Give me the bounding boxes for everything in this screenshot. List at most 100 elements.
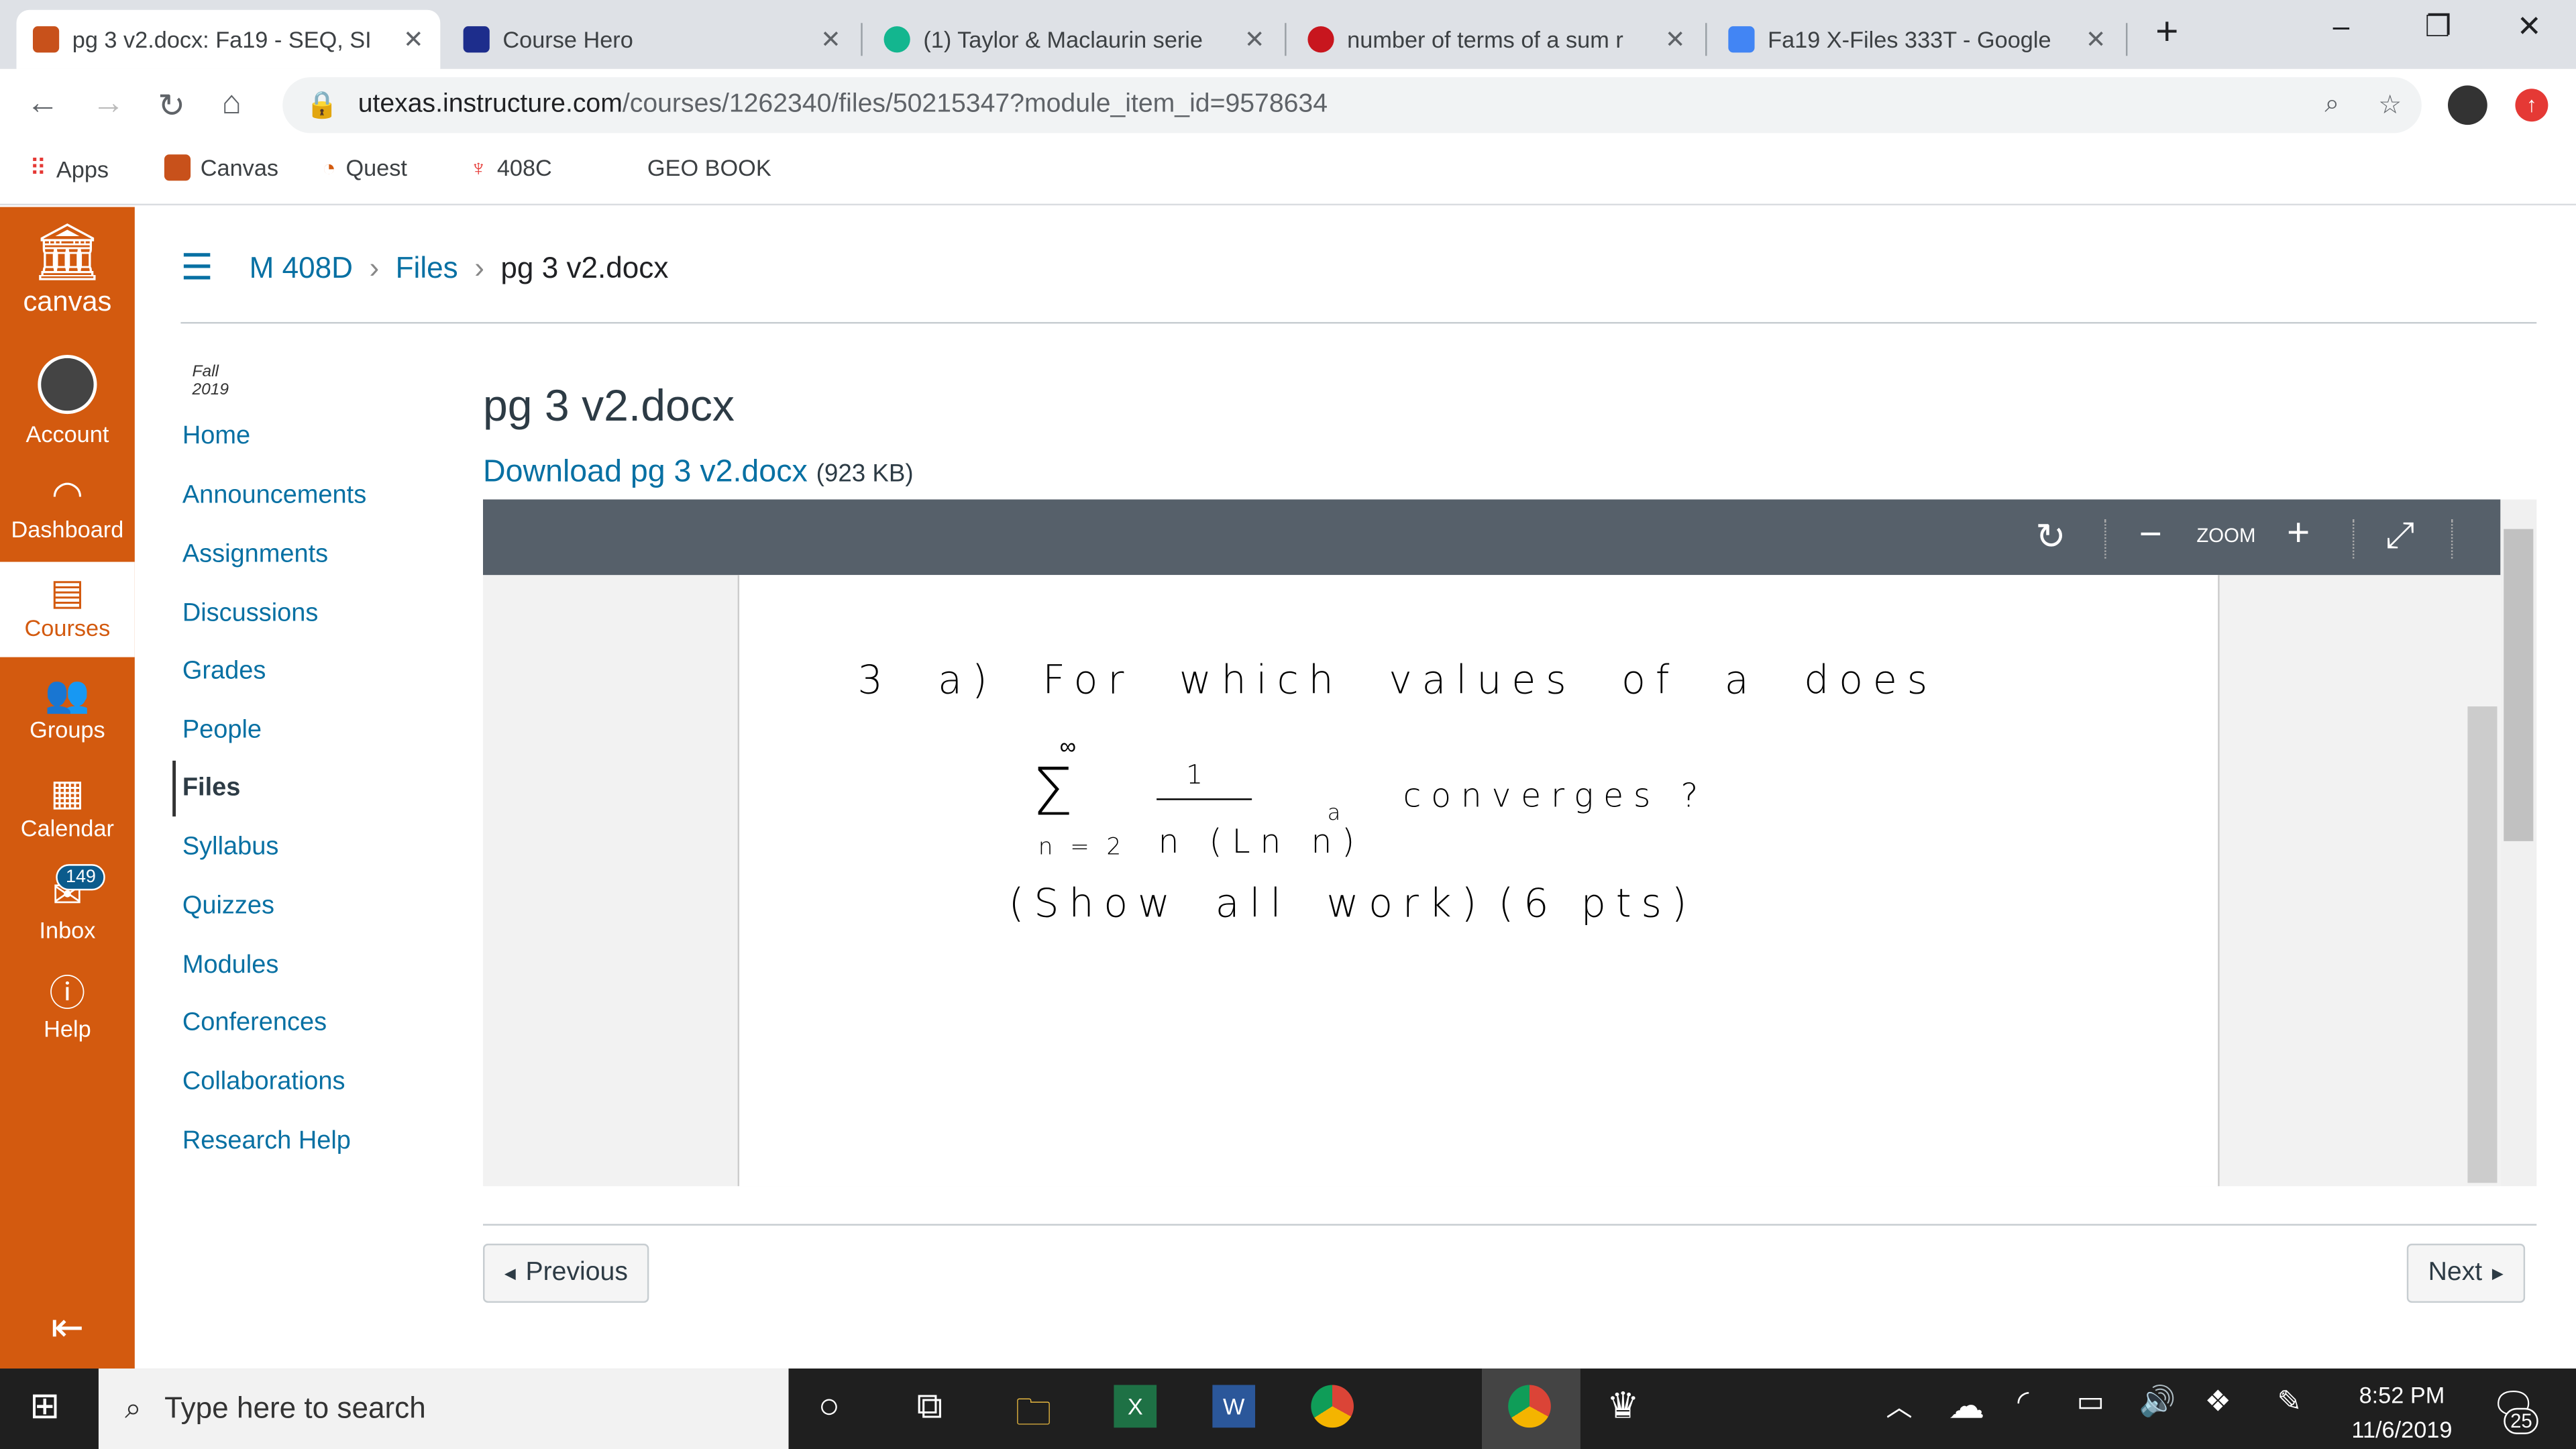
course-nav-grades[interactable]: Grades [182,657,266,687]
bookmark-canvas[interactable]: Canvas [164,154,278,181]
close-tab-icon[interactable]: ✕ [820,25,841,54]
fullscreen-icon[interactable]: ⤢ [2385,515,2414,557]
course-nav-people[interactable]: People [182,716,262,746]
course-nav-quizzes[interactable]: Quizzes [182,892,274,922]
zoom-out-button[interactable]: − [2139,513,2162,559]
tab-title: (1) Taylor & Maclaurin serie [923,26,1203,53]
course-nav-home[interactable]: Home [182,422,250,451]
minimize-button[interactable]: – [2333,10,2350,44]
nav-help[interactable]: ⓘ Help [0,973,135,1042]
dropbox-icon[interactable]: ❖ [2205,1385,2232,1419]
course-nav-assignments[interactable]: Assignments [182,541,328,570]
close-tab-icon[interactable]: ✕ [1244,25,1265,54]
nav-courses[interactable]: ▤ Courses [0,561,135,657]
viewer-scrollbar[interactable] [2500,499,2537,1187]
canvas-icon [164,154,191,181]
taskbar-search[interactable]: ⌕ Type here to search [98,1368,789,1449]
course-nav-files[interactable]: Files [182,773,241,803]
hamburger-menu-icon[interactable]: ☰ [180,246,213,289]
global-navigation: 🏛 canvas Account ◠ Dashboard ▤ Courses 👥 Gro… [0,207,135,1369]
course-nav-syllabus[interactable]: Syllabus [182,833,278,863]
tab-strip: pg 3 v2.docx: Fa19 - SEQ, SI ✕ Course Her… [0,0,2576,69]
download-link[interactable]: Download pg 3 v2.docx [483,455,808,489]
pen-icon[interactable]: ✎ [2277,1385,2302,1419]
chrome-icon[interactable] [1311,1385,1354,1428]
canvas-favicon-icon [32,26,60,53]
canvas-logo[interactable]: 🏛 canvas [0,220,135,319]
tab-number-of-terms[interactable]: number of terms of a sum r ✕ [1291,10,1702,69]
course-nav-conferences[interactable]: Conferences [182,1009,327,1038]
close-window-button[interactable]: ✕ [2517,10,2542,44]
bookmark-408c[interactable]: ♆ 408C [470,154,551,180]
address-bar[interactable]: 🔒 utexas.instructure.com/courses/1262340… [282,77,2422,133]
reload-icon[interactable]: ↻ [158,85,185,126]
course-nav-collaborations[interactable]: Collaborations [182,1068,345,1097]
onedrive-icon[interactable]: ☁ [1949,1385,1985,1428]
breadcrumb-files[interactable]: Files [396,250,458,284]
lock-icon: 🔒 [305,92,339,120]
cortana-icon[interactable]: ○ [818,1385,841,1428]
tab-title: pg 3 v2.docx: Fa19 - SEQ, SI [72,26,372,53]
trophy-icon: ♆ [470,154,488,181]
inbox-unread-badge: 149 [56,864,106,891]
restore-button[interactable]: ❐ [2425,10,2452,44]
wifi-icon[interactable]: ◜ [2017,1385,2029,1419]
tab-google-docs[interactable]: Fa19 X-Files 333T - Google ✕ [1712,10,2123,69]
show-hidden-icons[interactable]: ︿ [1886,1385,1912,1425]
denominator: n (Ln n) [1158,821,1364,861]
back-icon[interactable]: ← [26,85,59,123]
close-tab-icon[interactable]: ✕ [1665,25,1686,54]
profile-avatar[interactable] [2448,85,2487,125]
tab-taylor[interactable]: (1) Taylor & Maclaurin serie ✕ [867,10,1281,69]
bookmark-quest[interactable]: ◔ Quest [322,154,407,180]
task-view-icon[interactable]: ⧉ [917,1385,943,1428]
rotate-icon[interactable]: ↻ [2035,516,2065,559]
dashboard-icon: ◠ [51,473,83,515]
nav-account[interactable]: Account [0,354,135,447]
app-icon[interactable]: ♛ [1607,1385,1639,1428]
close-tab-icon[interactable]: ✕ [403,25,424,54]
zoom-in-button[interactable]: + [2287,511,2310,557]
bookmark-geo-book[interactable]: GEO BOOK [647,154,771,180]
windows-start-icon[interactable]: ⊞ [30,1385,60,1428]
exponent: a [1327,802,1351,826]
home-icon[interactable]: ⌂ [222,85,242,123]
volume-icon[interactable]: 🔊 [2139,1385,2176,1419]
forward-icon[interactable]: → [92,85,125,123]
nav-calendar[interactable]: ▦ Calendar [0,772,135,841]
calendar-icon: ▦ [50,772,85,814]
zoom-icon[interactable]: ⌕ [2324,91,2339,120]
battery-icon[interactable]: ▭ [2077,1385,2105,1419]
tab-course-hero[interactable]: Course Hero ✕ [447,10,857,69]
page-scrollbar[interactable] [2467,706,2498,1183]
term-label: Fall 2019 [192,363,229,400]
new-tab-button[interactable]: + [2155,10,2178,56]
previous-button[interactable]: ◀ Previous [483,1243,649,1303]
clock[interactable]: 8:52 PM 11/6/2019 [2339,1379,2464,1448]
nav-inbox[interactable]: ✉ Inbox 149 [0,864,135,943]
bookmark-star-icon[interactable]: ☆ [2378,89,2402,121]
file-explorer-icon[interactable]: 🗀 [1015,1385,1051,1448]
bookmark-apps[interactable]: ⠿ Apps [30,154,109,182]
page-title: pg 3 v2.docx [483,381,735,431]
chegg-favicon-icon [883,26,910,53]
course-nav-announcements[interactable]: Announcements [182,482,366,511]
breadcrumb-course[interactable]: M 408D [250,250,353,284]
help-icon: ⓘ [49,972,86,1014]
next-button[interactable]: Next ▶ [2406,1243,2525,1303]
course-nav-modules[interactable]: Modules [182,951,278,981]
excel-icon[interactable]: X [1114,1385,1157,1428]
url-host: utexas.instructure.com [358,90,623,119]
chrome-active-icon[interactable] [1508,1385,1551,1428]
course-nav-discussions[interactable]: Discussions [182,600,319,629]
url-path: /courses/1262340/files/50215347?module_i… [622,90,1328,119]
word-icon[interactable]: W [1212,1385,1256,1428]
nav-dashboard[interactable]: ◠ Dashboard [0,473,135,542]
nav-groups[interactable]: 👥 Groups [0,674,135,743]
update-icon[interactable]: ↑ [2515,89,2548,122]
collapse-nav-button[interactable]: ⇤ [0,1305,135,1352]
close-tab-icon[interactable]: ✕ [2086,25,2106,54]
course-nav-research-help[interactable]: Research Help [182,1127,351,1157]
tab-canvas-file[interactable]: pg 3 v2.docx: Fa19 - SEQ, SI ✕ [16,9,441,69]
search-icon: ⌕ [125,1391,142,1425]
